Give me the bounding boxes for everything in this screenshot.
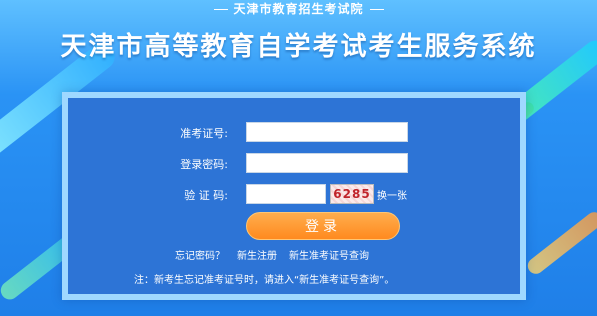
- new-ticket-query-link[interactable]: 新生准考证号查询: [289, 251, 369, 262]
- password-input[interactable]: [246, 153, 408, 173]
- ticket-number-input[interactable]: [246, 122, 408, 142]
- captcha-image[interactable]: 6285: [330, 184, 374, 204]
- password-label: 登录密码:: [180, 158, 228, 171]
- captcha-label: 验 证 码:: [184, 189, 228, 202]
- notice-text: 注：新考生忘记准考证号时，请进入“新生准考证号查询”。: [134, 275, 395, 286]
- new-register-link[interactable]: 新生注册: [237, 251, 277, 262]
- login-button[interactable]: 登录: [246, 212, 400, 240]
- decor-stripe: [524, 208, 597, 278]
- banner-dash: [369, 9, 384, 10]
- forgot-password-link[interactable]: 忘记密码？: [175, 251, 225, 262]
- ticket-row: 准考证号:: [68, 122, 520, 144]
- org-banner: 天津市教育招生考试院: [207, 0, 389, 17]
- password-row: 登录密码:: [68, 153, 520, 175]
- login-panel: 准考证号: 登录密码: 验 证 码: 6285 换一张 登录 忘记密码？ 新生注册…: [62, 92, 526, 300]
- ticket-label: 准考证号:: [180, 127, 228, 140]
- helper-links: 忘记密码？ 新生注册 新生准考证号查询: [175, 247, 381, 262]
- captcha-input[interactable]: [246, 184, 326, 204]
- captcha-row: 验 证 码: 6285 换一张: [68, 184, 520, 206]
- refresh-captcha-link[interactable]: 换一张: [377, 187, 407, 202]
- org-name: 天津市教育招生考试院: [233, 2, 364, 16]
- page-title: 天津市高等教育自学考试考生服务系统: [60, 32, 537, 62]
- banner-dash: [213, 9, 228, 10]
- login-page: { "header": { "org": "天津市教育招生考试院", "titl…: [0, 0, 597, 316]
